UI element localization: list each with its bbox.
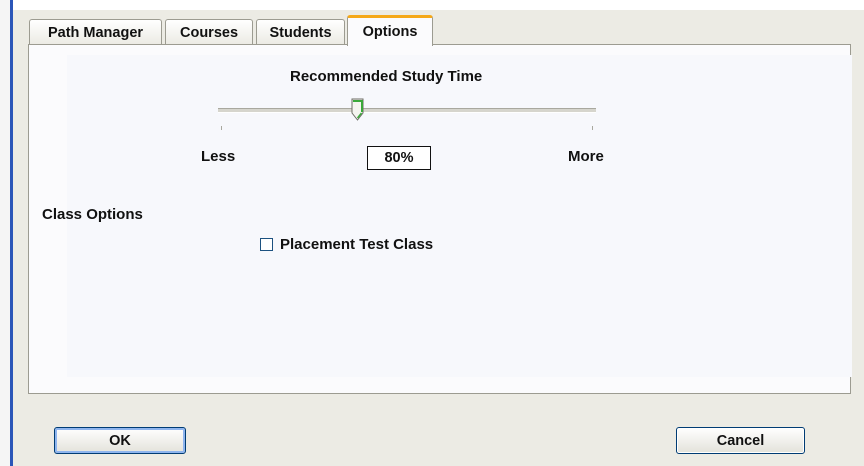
tab-students[interactable]: Students: [256, 19, 345, 45]
ok-button[interactable]: OK: [54, 427, 186, 454]
options-panel: [28, 44, 852, 394]
study-time-title: Recommended Study Time: [290, 68, 483, 85]
placement-test-label[interactable]: Placement Test Class: [280, 236, 433, 253]
study-time-slider-thumb[interactable]: [351, 98, 364, 122]
slider-tick-min: [221, 126, 222, 130]
study-time-value: 80%: [367, 146, 431, 170]
slider-tick-max: [592, 126, 593, 130]
window-border: [10, 0, 13, 466]
tab-path-manager[interactable]: Path Manager: [29, 19, 162, 45]
cancel-button[interactable]: Cancel: [676, 427, 805, 454]
placement-test-checkbox[interactable]: [260, 238, 273, 251]
window-edge: [0, 0, 10, 466]
options-panel-body: [67, 55, 852, 377]
study-time-slider-track[interactable]: [218, 108, 596, 113]
class-options-title: Class Options: [42, 206, 143, 223]
slider-max-label: More: [568, 148, 604, 165]
tab-courses[interactable]: Courses: [165, 19, 253, 45]
top-strip: [13, 0, 864, 10]
placement-test-option[interactable]: Placement Test Class: [260, 236, 433, 253]
tab-options[interactable]: Options: [347, 15, 433, 46]
slider-min-label: Less: [201, 148, 236, 165]
